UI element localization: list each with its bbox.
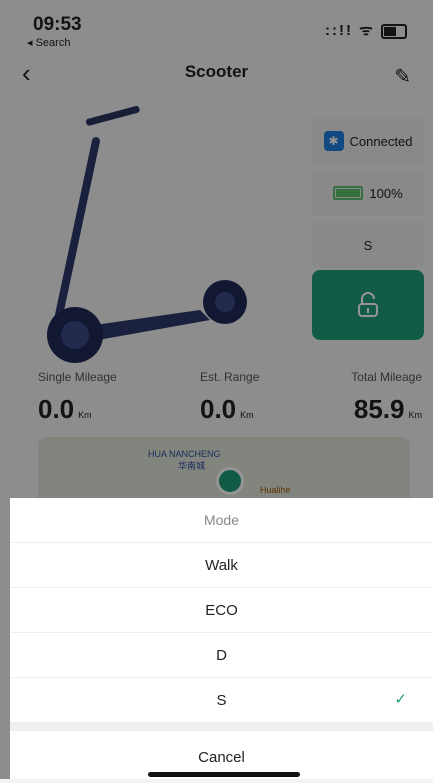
mode-option-s-label: S	[216, 691, 227, 709]
mode-option-walk[interactable]: Walk	[10, 543, 433, 588]
sheet-title: Mode	[10, 498, 433, 543]
sheet-divider	[10, 723, 433, 731]
checkmark-icon: ✓	[394, 691, 407, 708]
mode-option-eco[interactable]: ECO	[10, 588, 433, 633]
mode-option-s[interactable]: S ✓	[10, 678, 433, 723]
home-indicator	[148, 772, 300, 777]
mode-option-d[interactable]: D	[10, 633, 433, 678]
mode-action-sheet: Mode Walk ECO D S ✓ Cancel	[10, 498, 433, 779]
